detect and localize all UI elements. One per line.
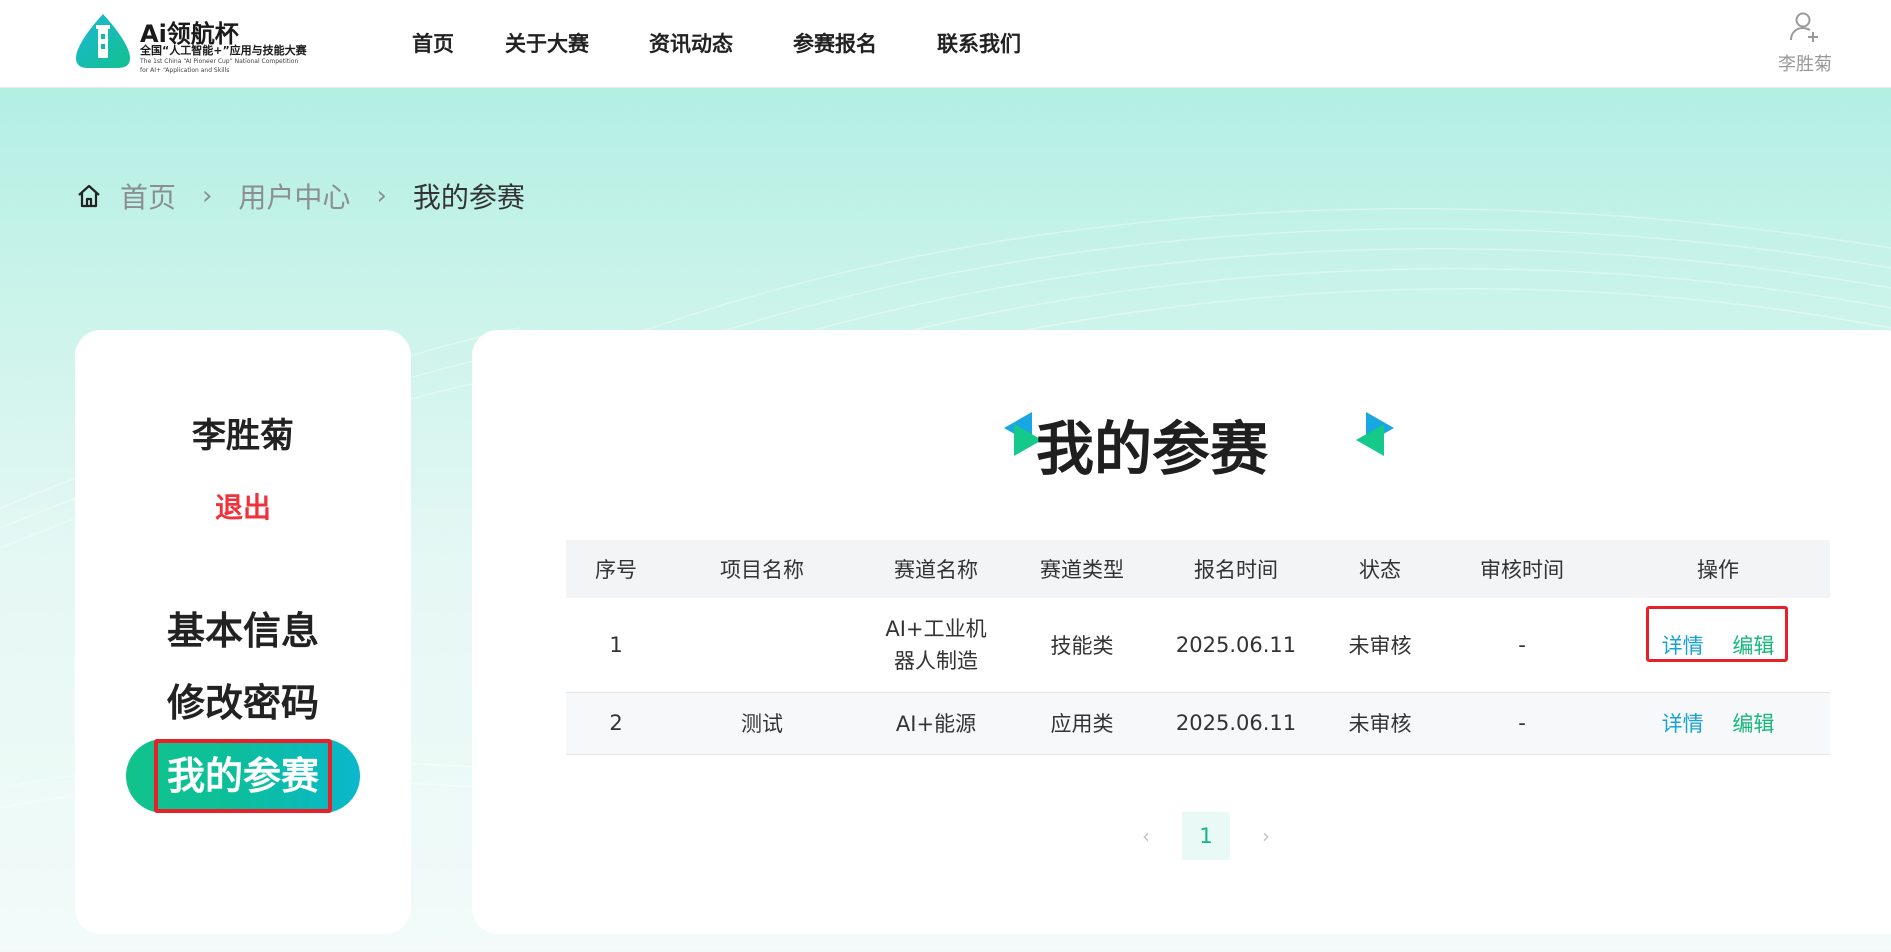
cell-project: 测试 (666, 692, 858, 755)
breadcrumb-separator-icon: › (376, 181, 387, 211)
nav-contact[interactable]: 联系我们 (937, 28, 1021, 58)
cell-project (666, 598, 858, 693)
next-page-icon[interactable]: › (1246, 824, 1286, 848)
sidebar-user-name: 李胜菊 (192, 416, 294, 456)
home-icon[interactable] (76, 183, 102, 209)
title-decoration-right-icon (1356, 412, 1394, 456)
page-number-current[interactable]: 1 (1182, 812, 1230, 860)
main-nav: 首页 关于大赛 资讯动态 参赛报名 联系我们 (412, 28, 1081, 58)
column-header: 报名时间 (1150, 540, 1322, 598)
user-add-icon (1790, 12, 1818, 42)
column-header: 赛道类型 (1014, 540, 1150, 598)
cell-track: AI+工业机器人制造 (858, 598, 1014, 693)
header-user-name: 李胜菊 (1778, 54, 1832, 75)
row-actions: 详情 编辑 (1645, 605, 1789, 662)
cell-track-type: 应用类 (1014, 692, 1150, 755)
logo-mark-icon (76, 14, 130, 68)
sidebar-item-change-password[interactable]: 修改密码 (75, 667, 411, 739)
nav-news[interactable]: 资讯动态 (649, 28, 733, 58)
cell-track-type: 技能类 (1014, 598, 1150, 693)
prev-page-icon[interactable]: ‹ (1126, 824, 1166, 848)
cell-time: 2025.06.11 (1150, 692, 1322, 755)
breadcrumb-home[interactable]: 首页 (120, 176, 176, 216)
cell-audit-time: - (1438, 692, 1606, 755)
logo-subtitle: 全国“人工智能+”应用与技能大赛 (140, 44, 307, 57)
cell-time: 2025.06.11 (1150, 598, 1322, 693)
cell-index: 2 (566, 692, 666, 755)
nav-about[interactable]: 关于大赛 (505, 28, 589, 58)
logo-english-line-1: The 1st China “AI Pioneer Cup” National … (140, 58, 299, 65)
edit-link[interactable]: 编辑 (1732, 712, 1774, 736)
sidebar-menu: 基本信息 修改密码 我的参赛 (75, 595, 411, 813)
cell-index: 1 (566, 598, 666, 693)
sidebar-item-my-competitions[interactable]: 我的参赛 (126, 739, 360, 813)
breadcrumb-current: 我的参赛 (412, 181, 525, 214)
column-header: 审核时间 (1438, 540, 1606, 598)
top-header: Ai领航杯 全国“人工智能+”应用与技能大赛 The 1st China “AI… (0, 0, 1891, 88)
cell-status: 未审核 (1322, 692, 1438, 755)
column-header: 状态 (1322, 540, 1438, 598)
table-header-row: 序号 项目名称 赛道名称 赛道类型 报名时间 状态 审核时间 操作 (566, 540, 1830, 598)
cell-actions: 详情 编辑 (1606, 598, 1830, 693)
sidebar-item-basic-info[interactable]: 基本信息 (75, 595, 411, 667)
row-actions: 详情 编辑 (1648, 708, 1789, 738)
column-header: 操作 (1606, 540, 1830, 598)
nav-home[interactable]: 首页 (412, 28, 454, 58)
column-header: 项目名称 (666, 540, 858, 598)
table-row: 2 测试 AI+能源 应用类 2025.06.11 未审核 - 详情 编辑 (566, 692, 1830, 755)
user-menu[interactable]: 李胜菊 (1770, 10, 1840, 76)
sidebar-card: 李胜菊 退出 基本信息 修改密码 我的参赛 (75, 330, 411, 934)
logout-button[interactable]: 退出 (75, 486, 411, 526)
main-card: 我的参赛 序号 项目名称 赛道名称 赛道类型 报名时间 状态 审核时间 操作 1… (472, 330, 1891, 934)
cell-status: 未审核 (1322, 598, 1438, 693)
page-title: 我的参赛 (1035, 415, 1268, 483)
nav-register[interactable]: 参赛报名 (793, 28, 877, 58)
competition-table: 序号 项目名称 赛道名称 赛道类型 报名时间 状态 审核时间 操作 1 AI+工… (566, 540, 1830, 755)
site-logo[interactable]: Ai领航杯 全国“人工智能+”应用与技能大赛 The 1st China “AI… (74, 12, 314, 76)
table-row: 1 AI+工业机器人制造 技能类 2025.06.11 未审核 - 详情 编辑 (566, 598, 1830, 693)
breadcrumb-separator-icon: › (202, 181, 213, 211)
logo-english-line-2: for AI+ “Application and Skills (140, 67, 230, 74)
column-header: 赛道名称 (858, 540, 1014, 598)
breadcrumb-user-center[interactable]: 用户中心 (238, 176, 350, 216)
highlight-box (1645, 605, 1788, 662)
column-header: 序号 (566, 540, 666, 598)
cell-audit-time: - (1438, 598, 1606, 693)
detail-link[interactable]: 详情 (1662, 712, 1704, 736)
highlight-box (154, 739, 332, 813)
cell-track: AI+能源 (858, 692, 1014, 755)
cell-actions: 详情 编辑 (1606, 692, 1830, 755)
pagination: ‹ 1 › (1126, 812, 1286, 860)
breadcrumb: 首页 › 用户中心 › 我的参赛 (76, 176, 525, 216)
